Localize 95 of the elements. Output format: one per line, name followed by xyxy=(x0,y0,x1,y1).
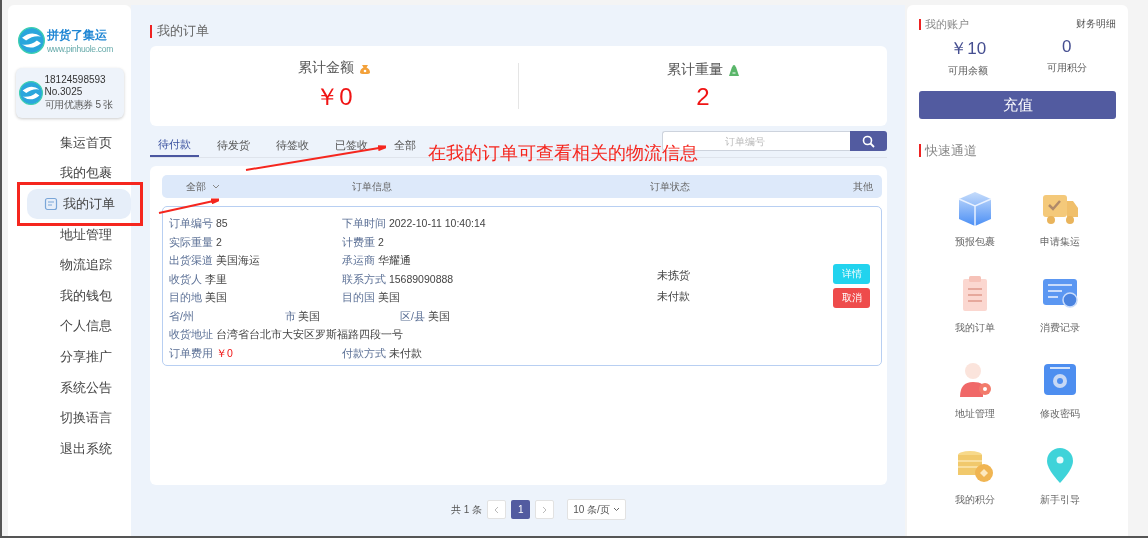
field-label: 付款方式 xyxy=(342,346,386,359)
field-label: 收货人 xyxy=(169,272,202,285)
shortcut-label[interactable]: 消费记录 xyxy=(1040,321,1080,335)
balance-label: 可用积分 xyxy=(1046,61,1087,75)
balance-value: 0 xyxy=(1062,37,1072,57)
chevron-down-icon xyxy=(612,507,620,512)
field-value: 美国 xyxy=(204,291,227,304)
chevron-down-icon xyxy=(212,184,220,189)
field-value: 2 xyxy=(215,235,222,248)
field-label: 省/州 xyxy=(169,309,194,322)
sidebar-item[interactable]: 分享推广 xyxy=(27,348,131,367)
field-label: 目的国 xyxy=(342,291,375,304)
field-label: 下单时间 xyxy=(342,217,386,230)
field-value: ￥0 xyxy=(215,346,233,359)
shortcut-label[interactable]: 申请集运 xyxy=(1040,235,1080,249)
field-label: 出货渠道 xyxy=(169,254,213,267)
shortcut-label[interactable]: 我的订单 xyxy=(955,321,995,335)
order-status: 未付款 xyxy=(657,289,691,304)
field-value: 未付款 xyxy=(388,346,422,359)
field-value: 85 xyxy=(215,217,228,230)
column-header: 订单信息 xyxy=(351,179,392,194)
tab[interactable]: 待付款 xyxy=(150,133,199,157)
field-label: 承运商 xyxy=(342,254,375,267)
field-value: 美国海运 xyxy=(215,254,260,267)
total-count: 共 1 条 xyxy=(451,502,483,517)
recharge-button[interactable]: 充值 xyxy=(919,91,1116,119)
page-button[interactable]: 1 xyxy=(511,500,531,519)
stat-label: 累计金额 xyxy=(297,59,354,77)
sidebar-item[interactable]: 集运首页 xyxy=(27,134,131,153)
filter-dropdown[interactable]: 全部 xyxy=(162,179,342,194)
weight-icon xyxy=(727,63,740,77)
sidebar-item[interactable]: 切换语言 xyxy=(27,409,131,428)
tab[interactable]: 已签收 xyxy=(327,133,376,157)
chevron-right-icon xyxy=(542,505,548,514)
field-value: 李里 xyxy=(204,272,227,285)
section-title: 我的账户 xyxy=(919,18,969,30)
page-size-select[interactable]: 10 条/页 xyxy=(567,499,626,520)
logo-text: 拼货了集运 xyxy=(46,27,108,44)
field-label: 订单编号 xyxy=(169,217,213,230)
sidebar-item[interactable]: 个人信息 xyxy=(27,317,131,336)
user-number: No.3025 xyxy=(44,86,84,97)
chevron-left-icon xyxy=(494,505,500,514)
field-label: 目的地 xyxy=(169,291,202,304)
field-label: 计费重 xyxy=(342,235,375,248)
field-value: 15689090888 xyxy=(388,272,454,285)
field-label: 收货地址 xyxy=(169,328,213,341)
field-value: 华耀通 xyxy=(377,254,411,267)
stat-value: 2 xyxy=(696,83,710,111)
sidebar-item[interactable]: 我的订单 xyxy=(27,189,131,220)
cancel-button[interactable]: 取消 xyxy=(833,288,870,308)
column-header: 其他 xyxy=(851,179,873,194)
field-value: 台湾省台北市大安区罗斯福路四段一号 xyxy=(215,328,403,341)
tab[interactable]: 全部 xyxy=(386,133,424,157)
sidebar-item[interactable]: 物流追踪 xyxy=(27,256,131,275)
logo-icon xyxy=(17,27,45,54)
field-value: 美国 xyxy=(298,309,321,322)
prev-page-button[interactable] xyxy=(487,500,507,519)
user-phone: 18124598593 xyxy=(44,74,107,85)
stat-value: ￥0 xyxy=(315,82,353,112)
stat-label: 累计重量 xyxy=(666,61,723,79)
field-value: 美国 xyxy=(427,309,450,322)
sidebar-item[interactable]: 我的钱包 xyxy=(27,287,131,306)
next-page-button[interactable] xyxy=(535,500,555,519)
field-value: 美国 xyxy=(377,291,400,304)
tab[interactable]: 待签收 xyxy=(268,133,317,157)
sidebar-item[interactable]: 我的包裹 xyxy=(27,164,131,183)
shortcut-label[interactable]: 我的积分 xyxy=(955,493,995,507)
document-icon xyxy=(43,197,58,212)
balance-label: 可用余额 xyxy=(948,64,989,78)
tab[interactable]: 待发货 xyxy=(209,133,258,157)
field-value: 2022-10-11 10:40:14 xyxy=(388,217,486,230)
balance-value: ￥10 xyxy=(950,38,987,60)
shortcut-label[interactable]: 预报包裹 xyxy=(955,235,995,249)
shortcut-label[interactable]: 地址管理 xyxy=(955,407,995,421)
order-status: 未拣货 xyxy=(657,268,691,283)
search-button[interactable] xyxy=(850,131,887,151)
avatar-icon xyxy=(18,81,43,105)
field-label: 区/县 xyxy=(400,309,425,322)
field-label: 实际重量 xyxy=(169,235,213,248)
column-header: 订单状态 xyxy=(650,179,690,194)
search-icon xyxy=(862,134,875,148)
field-label: 市 xyxy=(284,309,296,322)
section-title: 快速通道 xyxy=(919,144,977,157)
page-title: 我的订单 xyxy=(150,25,209,38)
field-label: 联系方式 xyxy=(342,272,386,285)
shortcut-label[interactable]: 修改密码 xyxy=(1040,407,1080,421)
shortcut-label[interactable]: 新手引导 xyxy=(1040,493,1080,507)
logo-url: www.pinhuole.com xyxy=(46,44,114,54)
field-label: 订单费用 xyxy=(169,346,213,359)
field-value: 2 xyxy=(377,235,384,248)
sidebar-item[interactable]: 地址管理 xyxy=(27,226,131,245)
coupon-text: 可用优惠券 5 张 xyxy=(44,98,113,112)
sidebar-item[interactable]: 退出系统 xyxy=(27,440,131,459)
finance-details-link[interactable]: 财务明细 xyxy=(1076,17,1116,31)
sidebar-item[interactable]: 系统公告 xyxy=(27,379,131,398)
